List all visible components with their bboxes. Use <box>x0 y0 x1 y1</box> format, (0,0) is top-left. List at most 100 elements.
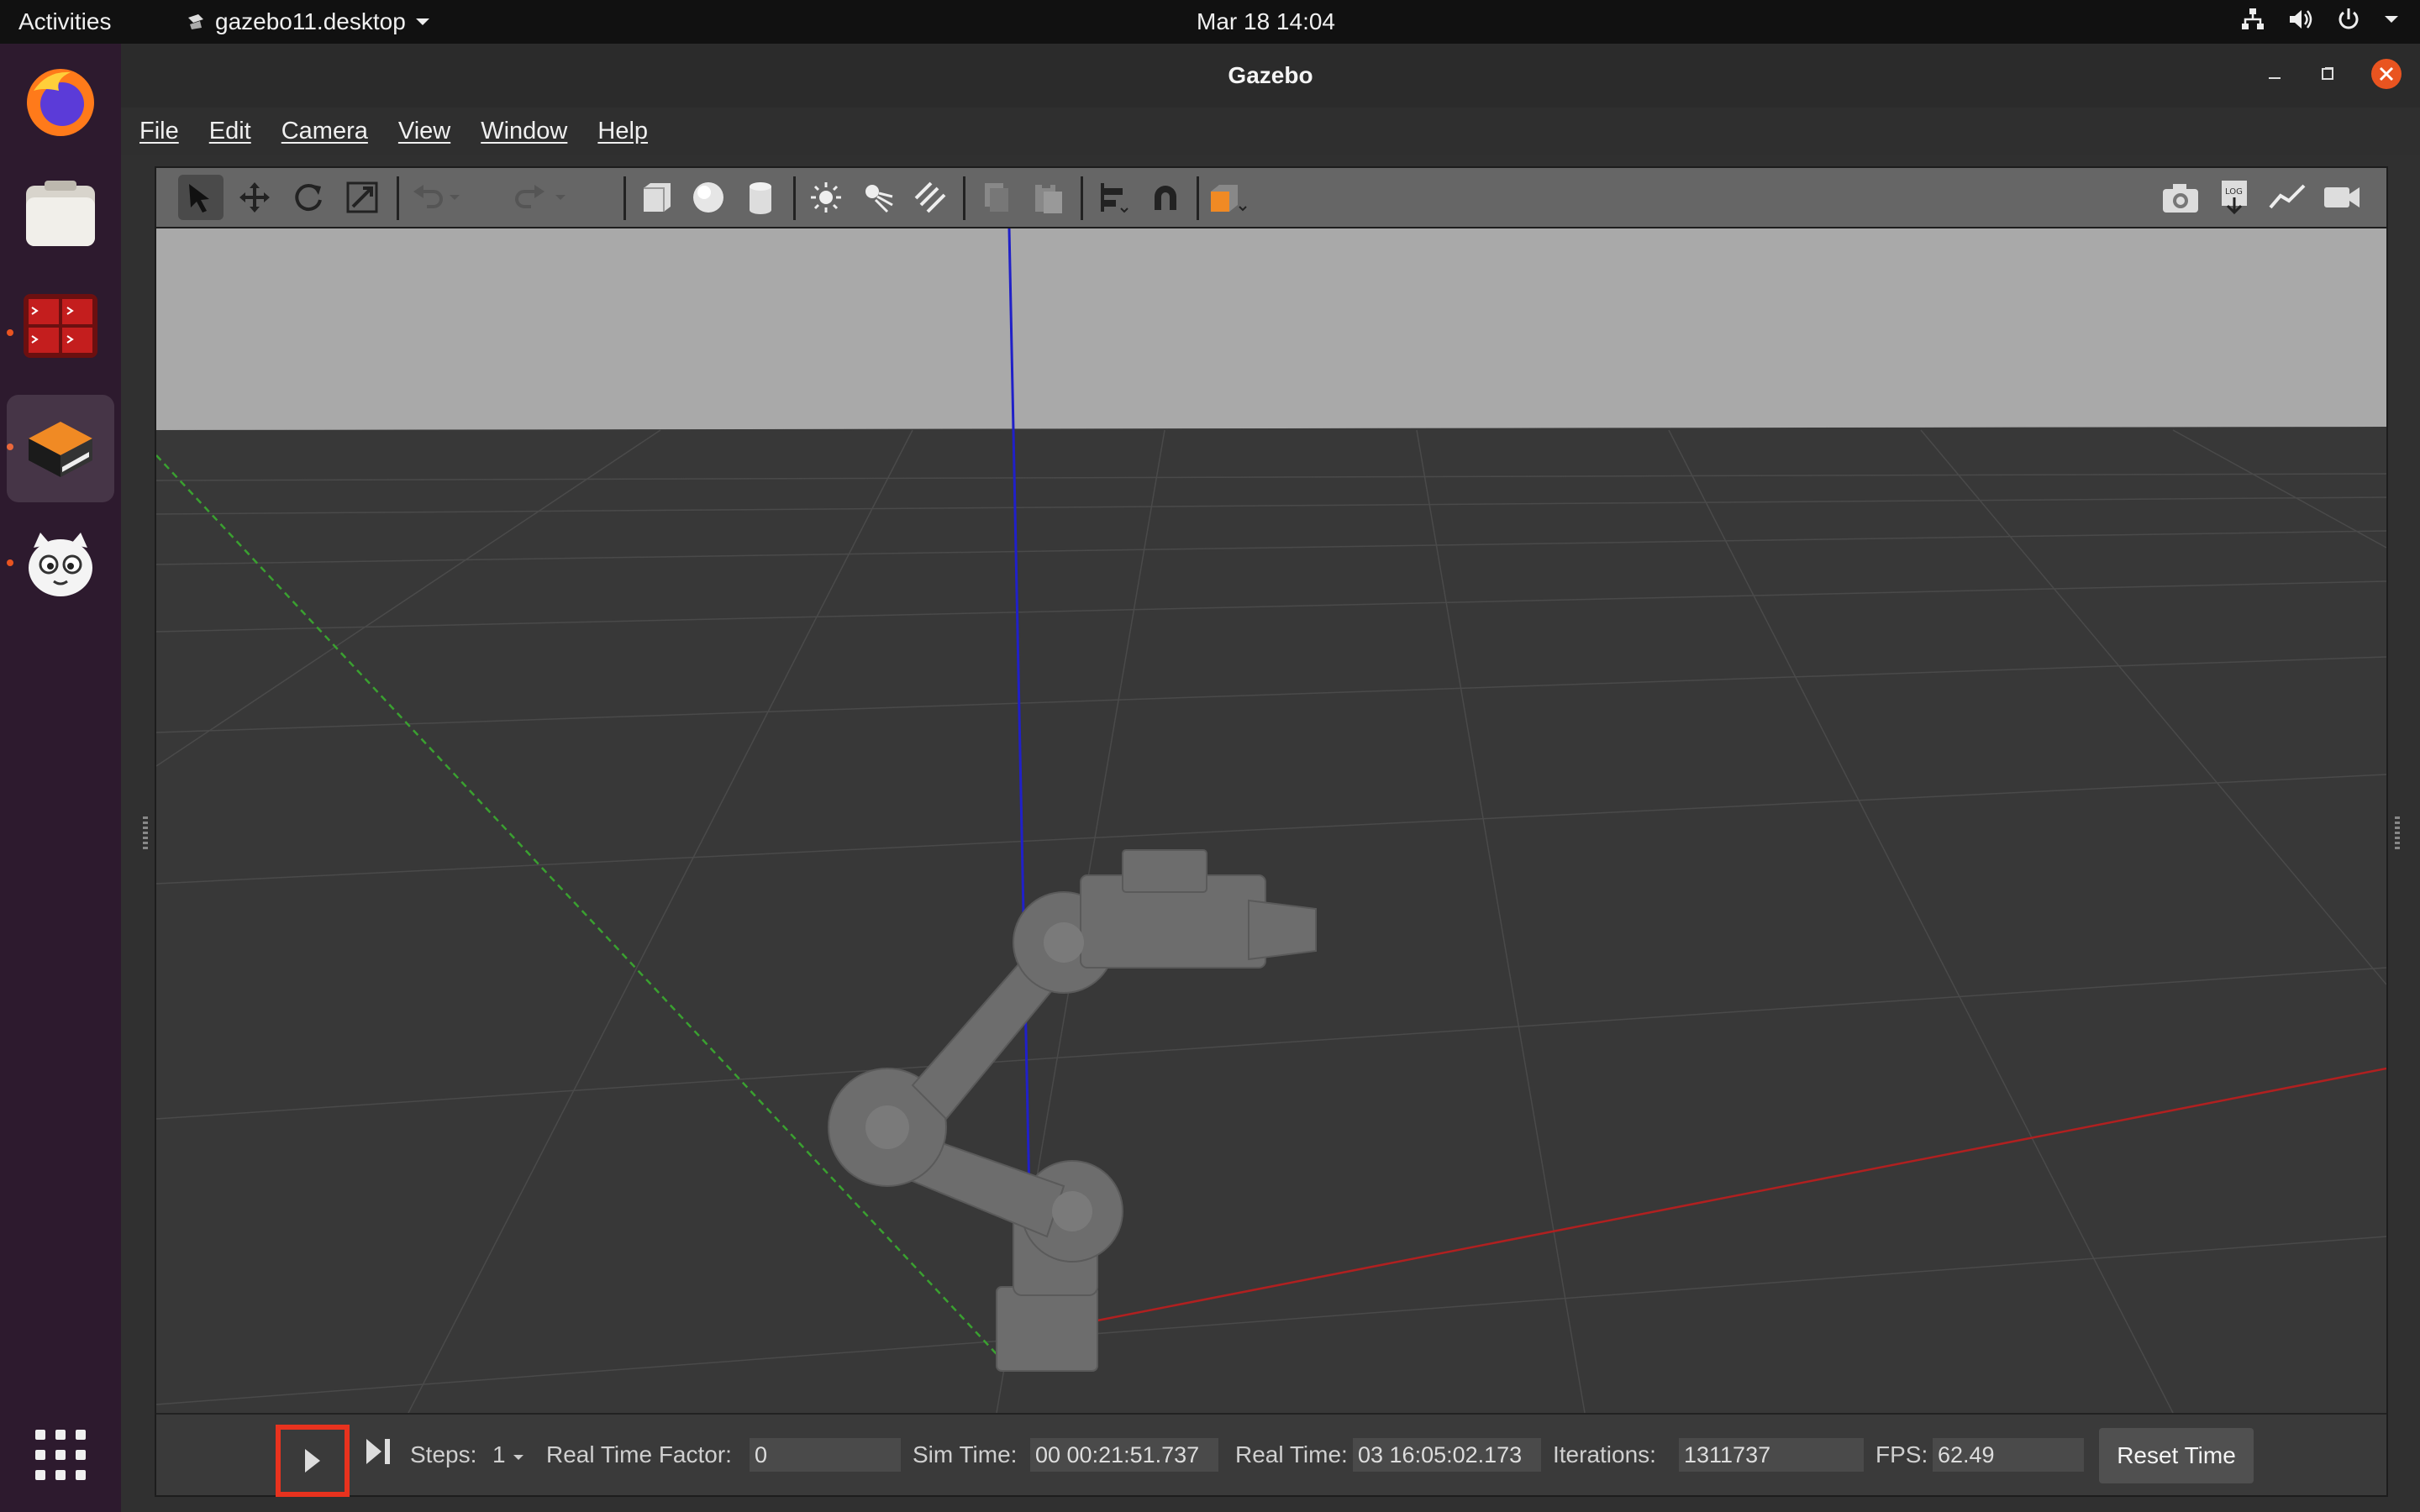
view-angle-button[interactable] <box>1205 175 1250 220</box>
minimize-icon[interactable] <box>2265 64 2286 84</box>
plot-icon <box>2269 184 2306 209</box>
video-record-icon <box>2324 187 2360 207</box>
log-icon: LOG <box>2222 181 2247 215</box>
scene-render[interactable] <box>156 228 2386 1413</box>
real-time-factor-label: Real Time Factor: <box>546 1441 732 1467</box>
system-top-bar: Activities gazebo11.desktop Mar 18 14:04 <box>0 0 2420 44</box>
menu-view[interactable]: View <box>398 118 450 145</box>
gazebo-icon <box>29 422 92 477</box>
menu-help[interactable]: Help <box>597 118 648 145</box>
toolbar-separator <box>1197 176 1199 220</box>
toolbar: LOG <box>156 168 2386 228</box>
redo-icon <box>515 185 544 208</box>
toolbar-separator <box>793 176 796 220</box>
running-indicator <box>7 559 13 566</box>
scene-viewport[interactable] <box>156 228 2386 1413</box>
toolbar-separator <box>397 176 399 220</box>
menu-file[interactable]: File <box>139 118 179 145</box>
copy-icon <box>985 183 1008 212</box>
real-time-label: Real Time: <box>1235 1441 1348 1467</box>
paste-button[interactable] <box>1025 175 1071 220</box>
directional-light-button[interactable] <box>908 175 953 220</box>
app-menu[interactable]: gazebo11.desktop <box>185 8 431 35</box>
chevron-down-icon[interactable] <box>2383 13 2400 25</box>
chevron-down-icon <box>450 195 460 200</box>
screenshot-camera-icon <box>2163 184 2198 213</box>
fps-label: FPS: <box>1876 1441 1928 1467</box>
chevron-down-icon <box>415 18 429 25</box>
rotate-mode-button[interactable] <box>286 175 331 220</box>
play-icon <box>305 1449 320 1473</box>
align-icon <box>1101 183 1128 213</box>
dock-app-mascot[interactable] <box>20 524 101 605</box>
cylinder-icon <box>750 182 771 214</box>
point-light-icon <box>811 182 841 213</box>
copy-button[interactable] <box>973 175 1018 220</box>
close-icon[interactable] <box>2370 57 2403 91</box>
undo-icon <box>413 185 443 208</box>
dock-files[interactable] <box>20 173 101 254</box>
point-light-button[interactable] <box>803 175 849 220</box>
redo-history-dropdown[interactable] <box>548 175 573 220</box>
paste-icon <box>1035 181 1062 213</box>
menu-edit[interactable]: Edit <box>209 118 251 145</box>
menu-window[interactable]: Window <box>481 118 567 145</box>
box-icon <box>644 183 671 212</box>
redo-button[interactable] <box>508 175 553 220</box>
play-button[interactable] <box>276 1425 350 1497</box>
step-button[interactable] <box>361 1435 395 1468</box>
chevron-down-icon[interactable] <box>513 1453 524 1462</box>
translate-icon <box>239 182 270 213</box>
real-time-factor-field: 0 <box>750 1438 901 1472</box>
app-grid-icon <box>35 1430 86 1480</box>
translate-mode-button[interactable] <box>232 175 277 220</box>
show-applications-button[interactable] <box>20 1415 101 1495</box>
clock[interactable]: Mar 18 14:04 <box>1197 8 1335 35</box>
scale-mode-button[interactable] <box>339 175 385 220</box>
spot-light-button[interactable] <box>855 175 901 220</box>
network-icon[interactable] <box>2240 7 2265 32</box>
rotate-icon <box>295 184 322 212</box>
files-icon <box>26 181 95 246</box>
video-record-button[interactable] <box>2319 175 2365 220</box>
select-arrow-icon <box>189 184 209 213</box>
firefox-icon <box>27 69 94 136</box>
step-forward-icon <box>366 1439 390 1464</box>
dock-terminator[interactable] <box>20 286 101 366</box>
log-button[interactable]: LOG <box>2212 175 2257 220</box>
reset-time-button[interactable]: Reset Time <box>2099 1428 2254 1483</box>
left-panel-grip[interactable] <box>143 816 148 850</box>
activities-button[interactable]: Activities <box>18 8 111 35</box>
right-panel-grip[interactable] <box>2395 816 2400 850</box>
maximize-icon[interactable] <box>2317 64 2338 84</box>
real-time-field: 03 16:05:02.173 <box>1353 1438 1541 1472</box>
cylinder-shape-button[interactable] <box>738 175 783 220</box>
dock-firefox[interactable] <box>20 60 101 141</box>
undo-history-dropdown[interactable] <box>442 175 467 220</box>
system-tray[interactable] <box>2240 7 2400 32</box>
gazebo-render-frame: LOG Steps: 1 Real Time Factor: 0 Sim Tim… <box>155 166 2388 1497</box>
align-button[interactable] <box>1091 175 1136 220</box>
box-shape-button[interactable] <box>634 175 679 220</box>
screenshot-button[interactable] <box>2158 175 2203 220</box>
snap-button[interactable] <box>1143 175 1188 220</box>
sphere-shape-button[interactable] <box>686 175 731 220</box>
mascot-icon <box>29 533 92 596</box>
window-titlebar[interactable]: Gazebo <box>121 44 2420 108</box>
dock-gazebo[interactable] <box>7 395 114 502</box>
sphere-icon <box>693 182 723 213</box>
time-panel: Steps: 1 Real Time Factor: 0 Sim Time: 0… <box>156 1413 2386 1497</box>
sim-time-label: Sim Time: <box>913 1441 1018 1467</box>
iterations-field: 1311737 <box>1679 1438 1864 1472</box>
volume-icon[interactable] <box>2287 7 2314 32</box>
gazebo-window: Gazebo File Edit Camera View Window Help <box>121 44 2420 1512</box>
directional-light-icon <box>914 181 946 213</box>
power-icon[interactable] <box>2336 7 2361 32</box>
plot-button[interactable] <box>2265 175 2311 220</box>
menu-camera[interactable]: Camera <box>281 118 368 145</box>
toolbar-separator <box>1081 176 1083 220</box>
window-controls <box>2265 57 2403 91</box>
select-mode-button[interactable] <box>178 175 224 220</box>
running-indicator <box>7 329 13 336</box>
steps-value[interactable]: 1 <box>492 1441 506 1468</box>
